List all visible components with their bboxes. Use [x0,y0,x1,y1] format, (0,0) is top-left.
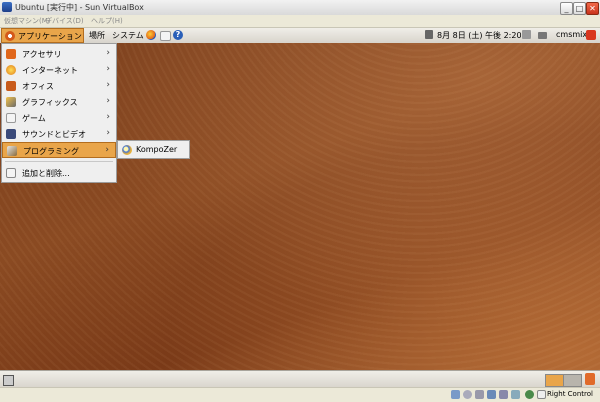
applications-label: アプリケーション [18,32,82,41]
menu-item-add-remove[interactable]: 追加と削除... [2,165,116,181]
chevron-right-icon: › [105,145,109,155]
minimize-button[interactable]: _ [560,2,573,15]
power-icon[interactable] [586,30,596,40]
ubuntu-logo-icon [5,31,15,41]
programming-icon [7,146,17,156]
menu-item-sound-video[interactable]: サウンドとビデオ › [2,126,116,142]
menu-help[interactable]: ヘルプ(H) [91,16,123,26]
menu-item-programming[interactable]: プログラミング › [2,142,116,158]
menu-item-label: インターネット [22,66,78,75]
help-icon[interactable]: ? [173,30,183,40]
programming-submenu: KompoZer [117,140,190,159]
close-button[interactable]: ✕ [586,2,599,15]
show-desktop-icon[interactable] [3,375,14,386]
kompozer-icon [122,145,132,155]
vbox-menubar: 仮想マシン(M) デバイス(D) ヘルプ(H) [0,15,600,28]
menu-separator [5,161,113,162]
menu-item-label: 追加と削除... [22,169,70,178]
menu-item-label: プログラミング [23,147,79,156]
places-menu[interactable]: 場所 [89,30,105,41]
top-panel: アプリケーション 場所 システム ? 8月 8日 (土) 午後 2:20 cms… [0,28,600,44]
vbox-statusbar: Right Control [0,387,600,402]
chevron-right-icon: › [106,64,110,74]
mail-icon[interactable] [160,31,171,41]
network-adapter-icon[interactable] [499,390,508,399]
clock[interactable]: 8月 8日 (土) 午後 2:20 [437,30,522,41]
maximize-button[interactable]: □ [573,2,586,15]
sound-video-icon [6,129,16,139]
menu-item-graphics[interactable]: グラフィックス › [2,94,116,110]
firefox-icon[interactable] [146,30,156,40]
applications-menu-button[interactable]: アプリケーション [1,28,84,43]
menu-item-games[interactable]: ゲーム › [2,110,116,126]
applications-menu: アクセサリ › インターネット › オフィス › グラフィックス › ゲーム ›… [1,43,117,183]
add-remove-icon [6,168,16,178]
workspace-1[interactable] [545,374,564,387]
menu-item-label: サウンドとビデオ [22,130,86,139]
system-menu[interactable]: システム [112,30,144,41]
usb-icon[interactable] [487,390,496,399]
graphics-icon [6,97,16,107]
bottom-panel [0,370,600,388]
menu-devices[interactable]: デバイス(D) [45,16,84,26]
workspace-2[interactable] [563,374,582,387]
chevron-right-icon: › [106,112,110,122]
floppy-icon[interactable] [475,390,484,399]
office-icon [6,81,16,91]
games-icon [6,113,16,123]
keyboard-capture-icon[interactable] [537,390,546,399]
accessories-icon [6,49,16,59]
window-title: Ubuntu [実行中] - Sun VirtualBox [15,3,144,12]
internet-icon [6,65,16,75]
menu-item-label: オフィス [22,82,54,91]
host-key-label: Right Control [547,390,593,398]
window-titlebar: Ubuntu [実行中] - Sun VirtualBox _ □ ✕ [0,0,600,16]
menu-machine[interactable]: 仮想マシン(M) [4,16,51,26]
menu-item-label: ゲーム [22,114,46,123]
chevron-right-icon: › [106,96,110,106]
disk-icon[interactable] [451,390,460,399]
volume-icon[interactable] [425,30,433,39]
shared-folder-icon[interactable] [511,390,520,399]
virtualbox-icon [2,2,12,12]
trash-icon[interactable] [585,373,595,385]
chevron-right-icon: › [106,128,110,138]
menu-item-label: グラフィックス [22,98,78,107]
chevron-right-icon: › [106,80,110,90]
printer-icon[interactable] [538,32,547,39]
cd-icon[interactable] [463,390,472,399]
network-icon[interactable] [522,30,531,39]
menu-item-office[interactable]: オフィス › [2,78,116,94]
menu-item-internet[interactable]: インターネット › [2,62,116,78]
menu-item-label: アクセサリ [22,50,62,59]
submenu-item-kompozer[interactable]: KompoZer [136,145,177,154]
user-name[interactable]: cmsmix [556,30,587,39]
chevron-right-icon: › [106,48,110,58]
menu-item-accessories[interactable]: アクセサリ › [2,46,116,62]
mouse-integration-icon[interactable] [525,390,534,399]
